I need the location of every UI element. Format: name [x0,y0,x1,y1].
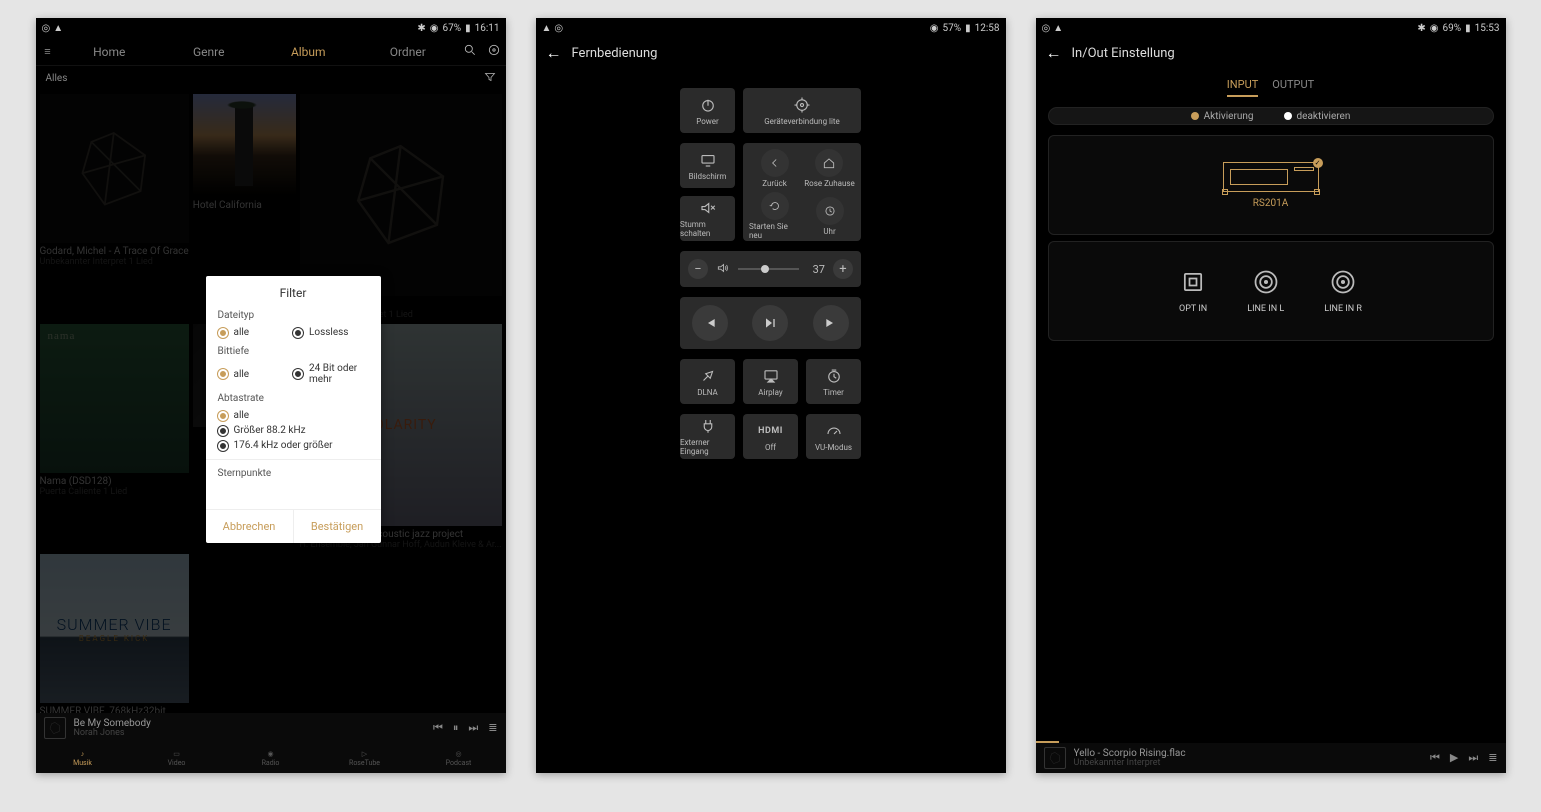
next-icon[interactable]: ⏭ [468,721,478,735]
timer-button[interactable]: Timer [806,359,861,404]
search-icon[interactable] [458,43,482,60]
settings-icon[interactable] [482,43,506,60]
speaker-icon [716,261,730,278]
prev-icon[interactable]: ⏮ [433,721,443,735]
status-bar: ▲◎ ◉ 57% ▮ 12:58 [536,18,1006,38]
playpause-button[interactable] [752,305,788,341]
check-icon: ✓ [1313,158,1323,168]
wifi-icon: ◉ [930,23,939,34]
radio-filetype-all[interactable]: alle [218,327,294,338]
toggle-on[interactable]: Aktivierung [1191,111,1254,122]
status-bar: ◎ ▲ ✱ ◉ 67% ▮ 16:11 [36,18,506,38]
nav-radio[interactable]: ◉Radio [224,743,318,773]
radio-rate-176[interactable]: 176.4 kHz oder größer [218,440,369,451]
screen-button[interactable]: Bildschirm [680,143,735,188]
play-icon[interactable]: ▶ [1450,751,1458,765]
confirm-button[interactable]: Bestätigen [294,510,381,543]
tab-album[interactable]: Album [259,45,359,59]
status-bar: ◎▲ ✱ ◉ 69% ▮ 15:53 [1036,18,1506,38]
playback-controls [680,297,861,349]
album-art-icon [1044,747,1066,769]
pairing-button[interactable]: Geräteverbindung lite [743,88,861,133]
clock: 16:11 [475,23,500,34]
tab-input[interactable]: INPUT [1227,78,1258,97]
activation-toggle: Aktivierung deaktivieren [1048,107,1494,125]
power-button[interactable]: Power [680,88,735,133]
nav-video[interactable]: ▭Video [130,743,224,773]
battery-icon: ▮ [465,23,471,34]
vol-down-button[interactable]: − [688,259,708,279]
toggle-off[interactable]: deaktivieren [1284,111,1351,122]
album-item[interactable]: Godard, Michel - A Trace Of Grace Unbeka… [40,94,189,320]
header: ← In/Out Einstellung [1036,38,1506,68]
input-opt-in[interactable]: OPT IN [1179,268,1207,314]
back-button[interactable]: Zurück [761,149,789,188]
vol-up-button[interactable]: + [833,259,853,279]
dialog-title: Filter [218,286,369,300]
next-button[interactable] [813,305,849,341]
album-item[interactable]: SUMMER VIBE BEAGLE KICK SUMMER VIBE_768k… [40,554,189,727]
now-playing-bar[interactable]: Yello - Scorpio Rising.flac Unbekannter … [1036,743,1506,773]
header: ← Fernbedienung [536,38,1006,68]
wifi-icon: ◉ [1430,23,1439,34]
tab-folder[interactable]: Ordner [358,45,458,59]
status-icon: ◎ [42,23,51,34]
back-icon[interactable]: ← [546,43,562,63]
input-line-l[interactable]: LINE IN L [1247,268,1284,314]
radio-bitdepth-all[interactable]: alle [218,363,294,385]
restart-button[interactable]: Starten Sie neu [749,192,800,240]
status-icon: ▲ [53,23,63,34]
page-title: In/Out Einstellung [1072,46,1175,61]
nav-pad: Zurück Rose Zuhause Starten Sie neu Uhr [743,143,861,241]
filter-icon[interactable] [484,71,496,86]
playlist-icon[interactable]: ≣ [488,721,497,735]
tab-output[interactable]: OUTPUT [1272,78,1314,97]
radio-filetype-lossless[interactable]: Lossless [293,327,369,338]
vu-button[interactable]: VU-Modus [806,414,861,459]
cancel-button[interactable]: Abbrechen [206,510,294,543]
playlist-icon[interactable]: ≣ [1488,751,1497,765]
io-tabs: INPUT OUTPUT [1036,78,1506,97]
prev-icon[interactable]: ⏮ [1430,751,1440,765]
mute-button[interactable]: Stumm schalten [680,196,735,241]
nav-music[interactable]: ♪Musik [36,743,130,773]
tab-home[interactable]: Home [60,45,160,59]
tab-genre[interactable]: Genre [159,45,259,59]
album-art-icon [44,717,66,739]
nav-rosetube[interactable]: ▷RoseTube [318,743,412,773]
input-line-r[interactable]: LINE IN R [1324,268,1362,314]
battery-percent: 67% [443,23,462,34]
bluetooth-icon: ✱ [417,23,425,34]
inputs-panel: OPT IN LINE IN L LINE IN R [1048,241,1494,341]
radio-bitdepth-24[interactable]: 24 Bit oder mehr [293,363,369,385]
nav-podcast[interactable]: ◎Podcast [412,743,506,773]
now-playing-bar[interactable]: Be My Somebody Norah Jones ⏮ ⏸ ⏭ ≣ [36,713,506,743]
radio-rate-88[interactable]: Größer 88.2 kHz [218,425,369,436]
battery-icon: ▮ [1465,23,1471,34]
dlna-button[interactable]: DLNA [680,359,735,404]
top-tabs: ≡ Home Genre Album Ordner [36,38,506,66]
wifi-icon: ◉ [430,23,439,34]
clock-button[interactable]: Uhr [816,197,844,236]
page-title: Fernbedienung [572,46,658,61]
airplay-button[interactable]: Airplay [743,359,798,404]
back-icon[interactable]: ← [1046,43,1062,63]
home-button[interactable]: Rose Zuhause [804,149,855,188]
filter-dialog: Filter Dateityp alle Lossless Bittiefe a… [206,276,381,543]
bluetooth-icon: ✱ [1417,23,1425,34]
bottom-nav: ♪Musik ▭Video ◉Radio ▷RoseTube ◎Podcast [36,743,506,773]
radio-rate-all[interactable]: alle [218,410,369,421]
prev-button[interactable] [692,305,728,341]
next-icon[interactable]: ⏭ [1468,751,1478,765]
pause-icon[interactable]: ⏸ [453,721,459,735]
battery-icon: ▮ [965,23,971,34]
hdmi-button[interactable]: HDMI Off [743,414,798,459]
ext-input-button[interactable]: Externer Eingang [680,414,735,459]
volume-slider[interactable]: − 37 + [680,251,861,287]
sub-bar: Alles [36,66,506,90]
menu-icon[interactable]: ≡ [36,45,60,58]
filter-chip[interactable]: Alles [46,73,68,84]
device-panel[interactable]: ✓ RS201A [1048,135,1494,235]
album-item[interactable]: nama Nama (DSD128) Puerta Caliente 1 Lie… [40,324,189,550]
